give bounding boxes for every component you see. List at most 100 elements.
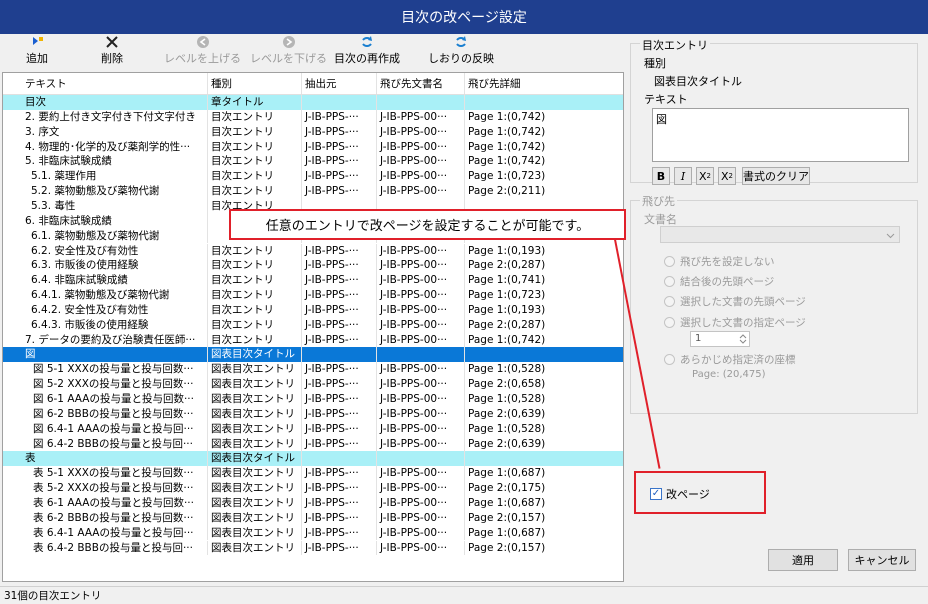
- column-header-source[interactable]: 抽出元: [302, 73, 377, 94]
- column-header-target-detail[interactable]: 飛び先詳細: [465, 73, 623, 94]
- add-icon: [30, 35, 44, 49]
- table-row[interactable]: 図 5-1 XXXの投与量と投与回数··· 図表目次エントリ J-IB-PPS-··…: [3, 362, 623, 378]
- table-row[interactable]: 5.2. 薬物動態及び薬物代謝 目次エントリ J-IB-PPS-··· J-IB-PP…: [3, 184, 623, 199]
- table-row[interactable]: 4. 物理的･化学的及び薬剤学的性··· 目次エントリ J-IB-PPS-··· J-…: [3, 139, 623, 155]
- table-row[interactable]: 3. 序文 目次エントリ J-IB-PPS-··· J-IB-PPS-00··· Pag…: [3, 124, 623, 140]
- table-row[interactable]: 表 5-2 XXXの投与量と投与回数··· 図表目次エントリ J-IB-PPS-··…: [3, 481, 623, 496]
- cell-type: 図表目次エントリ: [208, 525, 302, 541]
- cell-source: J-IB-PPS-···: [302, 332, 377, 348]
- radio-merged-first-page[interactable]: 結合後の先頭ページ: [664, 274, 774, 289]
- table-row[interactable]: 6.4.1. 薬物動態及び薬物代謝 目次エントリ J-IB-PPS-··· J-IB-…: [3, 288, 623, 303]
- cell-text: 図 6.4-1 AAAの投与量と投与回···: [3, 421, 208, 437]
- cell-text: 表 6.4-2 BBBの投与量と投与回···: [3, 540, 208, 556]
- cell-target-doc: J-IB-PPS-00···: [377, 362, 465, 378]
- cell-type: 図表目次タイトル: [208, 451, 302, 467]
- table-row[interactable]: 図 5-2 XXXの投与量と投与回数··· 図表目次エントリ J-IB-PPS-··…: [3, 377, 623, 392]
- table-row[interactable]: 5. 非臨床試験成績 目次エントリ J-IB-PPS-··· J-IB-PPS-00·…: [3, 154, 623, 170]
- cell-target-doc: J-IB-PPS-00···: [377, 124, 465, 140]
- subscript-button[interactable]: X2: [696, 167, 714, 185]
- cell-type: 図表目次エントリ: [208, 481, 302, 496]
- cell-type: 章タイトル: [208, 95, 302, 110]
- clear-format-button[interactable]: 書式のクリア: [742, 167, 810, 185]
- reflect-bookmarks-button[interactable]: しおりの反映: [428, 36, 494, 70]
- delete-button[interactable]: 削除: [101, 36, 123, 70]
- cell-target-doc: [377, 95, 465, 110]
- table-row[interactable]: 図 6.4-1 AAAの投与量と投与回··· 図表目次エントリ J-IB-PPS-·…: [3, 421, 623, 437]
- table-row[interactable]: 6.4.2. 安全性及び有効性 目次エントリ J-IB-PPS-··· J-IB-PP…: [3, 302, 623, 318]
- entry-text-input[interactable]: 図: [652, 108, 909, 162]
- format-toolbar: B I X2 X2 書式のクリア: [652, 167, 912, 185]
- column-header-target-doc[interactable]: 飛び先文書名: [377, 73, 465, 94]
- table-row[interactable]: 6.4.3. 市販後の使用経験 目次エントリ J-IB-PPS-··· J-IB-PP…: [3, 317, 623, 333]
- cell-target-detail: Page 2:(0,287): [468, 318, 546, 331]
- cell-text: 図 5-2 XXXの投与量と投与回数···: [3, 377, 208, 392]
- entry-group-title: 目次エントリ: [640, 37, 710, 53]
- table-row[interactable]: 表 6-2 BBBの投与量と投与回数··· 図表目次エントリ J-IB-PPS-··…: [3, 510, 623, 526]
- table-row[interactable]: 5.1. 薬理作用 目次エントリ J-IB-PPS-··· J-IB-PPS-00··…: [3, 169, 623, 185]
- toc-table: テキスト 種別 抽出元 飛び先文書名 飛び先詳細 目次 章タイトル 2. 要約上付き…: [2, 72, 624, 582]
- cell-source: [302, 347, 377, 363]
- cell-target-doc: J-IB-PPS-00···: [377, 258, 465, 274]
- radio-no-target[interactable]: 飛び先を設定しない: [664, 254, 775, 269]
- table-row[interactable]: 図 6-2 BBBの投与量と投与回数··· 図表目次エントリ J-IB-PPS-··…: [3, 406, 623, 422]
- column-header-type[interactable]: 種別: [208, 73, 302, 94]
- table-row[interactable]: 表 6.4-2 BBBの投与量と投与回··· 図表目次エントリ J-IB-PPS-·…: [3, 540, 623, 556]
- status-text: 31個の目次エントリ: [4, 590, 102, 602]
- table-row[interactable]: 表 6-1 AAAの投与量と投与回数··· 図表目次エントリ J-IB-PPS-··…: [3, 495, 623, 511]
- table-row[interactable]: 2. 要約上付き文字付き下付文字付き 目次エントリ J-IB-PPS-··· J-IB…: [3, 109, 623, 125]
- table-row[interactable]: 図 6-1 AAAの投与量と投与回数··· 図表目次エントリ J-IB-PPS-··…: [3, 392, 623, 407]
- radio-selected-doc-first-page[interactable]: 選択した文書の先頭ページ: [664, 294, 806, 309]
- cell-source: J-IB-PPS-···: [302, 288, 377, 303]
- cell-source: J-IB-PPS-···: [302, 154, 377, 170]
- cell-target-doc: [377, 347, 465, 363]
- cell-target-doc: J-IB-PPS-00···: [377, 317, 465, 333]
- cell-target-doc: J-IB-PPS-00···: [377, 169, 465, 185]
- refresh-icon: [360, 35, 374, 49]
- add-button[interactable]: 追加: [26, 36, 48, 70]
- doc-name-label: 文書名: [644, 213, 677, 226]
- italic-button[interactable]: I: [674, 167, 692, 185]
- doc-name-combo[interactable]: [660, 226, 900, 243]
- arrow-left-circle-icon: [196, 35, 210, 49]
- cell-type: 目次エントリ: [208, 317, 302, 333]
- bold-button[interactable]: B: [652, 167, 670, 185]
- cancel-button[interactable]: キャンセル: [848, 549, 916, 571]
- table-row[interactable]: 7. データの要約及び治験責任医師··· 目次エントリ J-IB-PPS-··· J-…: [3, 332, 623, 348]
- table-row[interactable]: 6.2. 安全性及び有効性 目次エントリ J-IB-PPS-··· J-IB-PPS-…: [3, 243, 623, 259]
- cell-text: 5. 非臨床試験成績: [3, 154, 208, 170]
- table-row[interactable]: 6.4. 非臨床試験成績 目次エントリ J-IB-PPS-··· J-IB-PPS-0…: [3, 273, 623, 289]
- page-number-spinner[interactable]: 1: [690, 331, 750, 347]
- recreate-toc-button[interactable]: 目次の再作成: [334, 36, 400, 70]
- cell-target-doc: J-IB-PPS-00···: [377, 436, 465, 452]
- cell-type: 目次エントリ: [208, 109, 302, 125]
- radio-selected-doc-page[interactable]: 選択した文書の指定ページ: [664, 315, 806, 330]
- cell-target-detail: Page 2:(0,639): [468, 407, 546, 420]
- apply-button[interactable]: 適用: [768, 549, 838, 571]
- table-row[interactable]: 図 6.4-2 BBBの投与量と投与回··· 図表目次エントリ J-IB-PPS-·…: [3, 436, 623, 452]
- cell-target-detail: Page 1:(0,723): [468, 170, 546, 183]
- table-row[interactable]: 表 6.4-1 AAAの投与量と投与回··· 図表目次エントリ J-IB-PPS-·…: [3, 525, 623, 541]
- cell-text: 表: [3, 451, 208, 467]
- cell-target-detail: Page 1:(0,742): [468, 333, 546, 346]
- level-down-button[interactable]: レベルを下げる: [250, 36, 327, 70]
- cell-type: 目次エントリ: [208, 302, 302, 318]
- superscript-button[interactable]: X2: [718, 167, 736, 185]
- cell-type: 図表目次タイトル: [208, 347, 302, 363]
- table-row[interactable]: 表図表目次タイトル: [3, 451, 623, 467]
- radio-predefined-coord[interactable]: あらかじめ指定済の座標: [664, 352, 796, 367]
- level-up-button[interactable]: レベルを上げる: [164, 36, 241, 70]
- cell-target-doc: J-IB-PPS-00···: [377, 154, 465, 170]
- cell-text: 6.4. 非臨床試験成績: [3, 273, 208, 289]
- table-row[interactable]: 表 5-1 XXXの投与量と投与回数··· 図表目次エントリ J-IB-PPS-··…: [3, 466, 623, 482]
- cell-text: 3. 序文: [3, 124, 208, 140]
- table-row[interactable]: 目次 章タイトル: [3, 95, 623, 110]
- cell-source: J-IB-PPS-···: [302, 540, 377, 556]
- table-header: テキスト 種別 抽出元 飛び先文書名 飛び先詳細: [3, 73, 623, 95]
- cell-target-doc: J-IB-PPS-00···: [377, 495, 465, 511]
- cell-source: J-IB-PPS-···: [302, 258, 377, 274]
- column-header-text[interactable]: テキスト: [3, 73, 208, 94]
- cell-type: 図表目次エントリ: [208, 466, 302, 482]
- table-row[interactable]: 6.3. 市販後の使用経験 目次エントリ J-IB-PPS-··· J-IB-PPS-…: [3, 258, 623, 274]
- table-row[interactable]: 図図表目次タイトル: [3, 347, 623, 363]
- cell-target-detail: Page 2:(0,157): [468, 511, 546, 524]
